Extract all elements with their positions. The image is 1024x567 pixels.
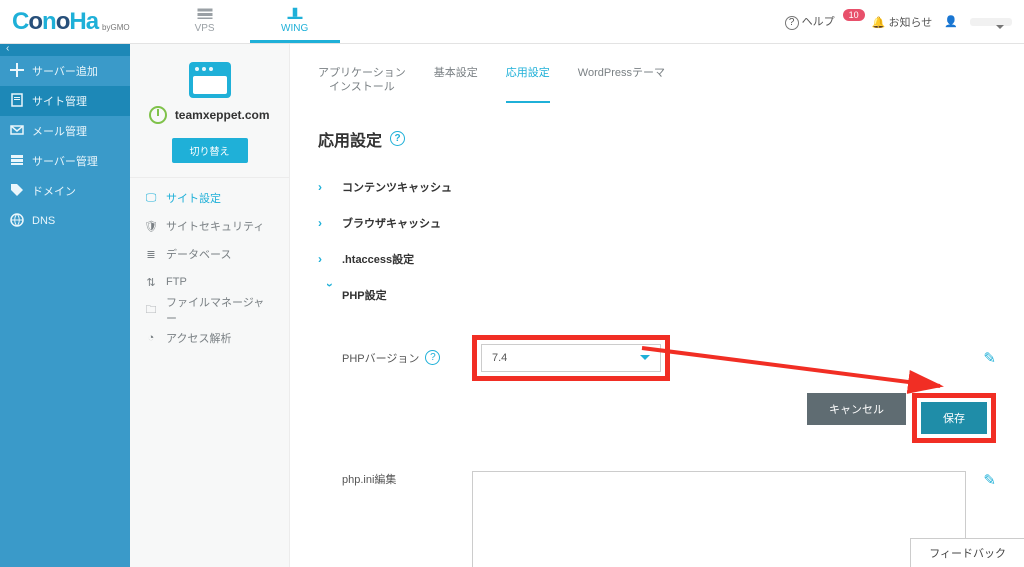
leftnav-label: サーバー管理 bbox=[32, 153, 98, 169]
user-icon: 👤 bbox=[944, 15, 958, 28]
main-tabs: アプリケーション インストール 基本設定 応用設定 WordPressテーマ bbox=[318, 66, 996, 103]
accordion-php[interactable]: ›PHP設定 bbox=[318, 277, 996, 313]
plus-icon bbox=[10, 63, 24, 80]
doc-icon bbox=[10, 93, 24, 110]
leftnav-label: DNS bbox=[32, 215, 55, 227]
tab-basic[interactable]: 基本設定 bbox=[434, 66, 478, 103]
leftnav-collapse[interactable]: ‹ bbox=[0, 44, 130, 56]
header-right: ? ヘルプ 10 🔔 お知らせ 👤 bbox=[785, 13, 1012, 30]
leftnav-item-mail[interactable]: メール管理 bbox=[0, 116, 130, 146]
submenu-security[interactable]: 🛡サイトセキュリティ bbox=[130, 212, 289, 240]
help-icon[interactable]: ? bbox=[425, 350, 440, 365]
globe-icon bbox=[10, 213, 24, 230]
tab-label: VPS bbox=[195, 23, 215, 34]
leftnav-label: サイト管理 bbox=[32, 93, 87, 109]
php-version-label: PHPバージョン ? bbox=[342, 350, 472, 366]
database-icon: ≣ bbox=[144, 248, 158, 261]
folder-icon: 🗀 bbox=[144, 301, 158, 320]
subpanel: teamxeppet.com 切り替え 🖵サイト設定 🛡サイトセキュリティ ≣デ… bbox=[130, 44, 290, 567]
shield-icon: 🛡 bbox=[144, 220, 158, 233]
pencil-icon[interactable]: ✎ bbox=[983, 349, 996, 367]
php-version-row: PHPバージョン ? 7.4 ✎ bbox=[342, 335, 996, 381]
notice-link[interactable]: 10 🔔 お知らせ bbox=[847, 14, 933, 30]
leftnav-label: メール管理 bbox=[32, 123, 87, 139]
header-tab-wing[interactable]: WING bbox=[250, 0, 340, 43]
chevron-right-icon: › bbox=[318, 180, 342, 194]
php-settings-body: PHPバージョン ? 7.4 ✎ キャンセル 保存 php.ini編集 ✎ bbox=[318, 313, 996, 567]
leftnav: ‹ サーバー追加 サイト管理 メール管理 サーバー管理 ドメイン DNS bbox=[0, 44, 130, 567]
accordion-htaccess[interactable]: ›.htaccess設定 bbox=[318, 241, 996, 277]
host-icon bbox=[286, 7, 304, 21]
ftp-icon: ⇅ bbox=[144, 276, 158, 289]
tag-icon bbox=[10, 183, 24, 200]
submenu-site-settings[interactable]: 🖵サイト設定 bbox=[130, 184, 289, 212]
leftnav-item-add[interactable]: サーバー追加 bbox=[0, 56, 130, 86]
header-tabs: VPS WING bbox=[160, 0, 340, 43]
leftnav-item-site[interactable]: サイト管理 bbox=[0, 86, 130, 116]
pencil-icon[interactable]: ✎ bbox=[983, 471, 996, 489]
notice-badge: 10 bbox=[843, 9, 865, 21]
logo-sub: byGMO bbox=[102, 23, 130, 32]
php-version-select[interactable]: 7.4 bbox=[481, 344, 661, 372]
server-icon bbox=[10, 153, 24, 170]
leftnav-label: サーバー追加 bbox=[32, 63, 98, 79]
button-row: キャンセル 保存 bbox=[342, 393, 996, 443]
help-link[interactable]: ? ヘルプ bbox=[785, 13, 835, 30]
pie-icon: ◔ bbox=[144, 332, 158, 344]
save-button[interactable]: 保存 bbox=[921, 402, 987, 434]
site-name: teamxeppet.com bbox=[175, 108, 270, 122]
question-icon: ? bbox=[785, 16, 799, 30]
section-title: 応用設定 ? bbox=[318, 127, 996, 151]
header: ConoHa byGMO VPS WING ? ヘルプ 10 🔔 お知らせ 👤 bbox=[0, 0, 1024, 44]
tab-wptheme[interactable]: WordPressテーマ bbox=[578, 66, 665, 103]
bell-icon: 🔔 bbox=[872, 17, 886, 29]
highlight-annotation: 保存 bbox=[912, 393, 996, 443]
submenu-analytics[interactable]: ◔アクセス解析 bbox=[130, 324, 289, 352]
leftnav-item-domain[interactable]: ドメイン bbox=[0, 176, 130, 206]
user-menu[interactable] bbox=[970, 18, 1012, 26]
site-icon bbox=[189, 62, 231, 98]
tab-advanced[interactable]: 応用設定 bbox=[506, 66, 550, 103]
submenu-database[interactable]: ≣データベース bbox=[130, 240, 289, 268]
monitor-icon: 🖵 bbox=[144, 192, 158, 205]
leftnav-item-server[interactable]: サーバー管理 bbox=[0, 146, 130, 176]
submenu-filemanager[interactable]: 🗀ファイルマネージャー bbox=[130, 296, 289, 324]
help-icon[interactable]: ? bbox=[390, 131, 405, 146]
switch-button[interactable]: 切り替え bbox=[172, 138, 248, 163]
submenu-ftp[interactable]: ⇅FTP bbox=[130, 268, 289, 296]
leftnav-item-dns[interactable]: DNS bbox=[0, 206, 130, 236]
php-ini-row: php.ini編集 ✎ bbox=[342, 471, 996, 567]
chevron-down-icon: › bbox=[323, 283, 337, 307]
server-icon bbox=[196, 7, 214, 21]
accordion-content-cache[interactable]: ›コンテンツキャッシュ bbox=[318, 169, 996, 205]
accordion-browser-cache[interactable]: ›ブラウザキャッシュ bbox=[318, 205, 996, 241]
power-icon bbox=[149, 106, 167, 124]
php-ini-label: php.ini編集 bbox=[342, 471, 472, 487]
feedback-button[interactable]: フィードバック bbox=[910, 538, 1024, 567]
mail-icon bbox=[10, 123, 24, 140]
site-box: teamxeppet.com 切り替え bbox=[130, 44, 289, 178]
main: アプリケーション インストール 基本設定 応用設定 WordPressテーマ 応… bbox=[290, 44, 1024, 567]
leftnav-label: ドメイン bbox=[32, 183, 76, 199]
php-ini-textarea[interactable] bbox=[472, 471, 966, 567]
tab-app-install[interactable]: アプリケーション インストール bbox=[318, 66, 406, 103]
chevron-right-icon: › bbox=[318, 216, 342, 230]
header-tab-vps[interactable]: VPS bbox=[160, 0, 250, 43]
submenu: 🖵サイト設定 🛡サイトセキュリティ ≣データベース ⇅FTP 🗀ファイルマネージ… bbox=[130, 178, 289, 358]
logo: ConoHa bbox=[12, 8, 98, 36]
cancel-button[interactable]: キャンセル bbox=[807, 393, 906, 425]
highlight-annotation: 7.4 bbox=[472, 335, 670, 381]
chevron-right-icon: › bbox=[318, 252, 342, 266]
tab-label: WING bbox=[281, 23, 308, 34]
